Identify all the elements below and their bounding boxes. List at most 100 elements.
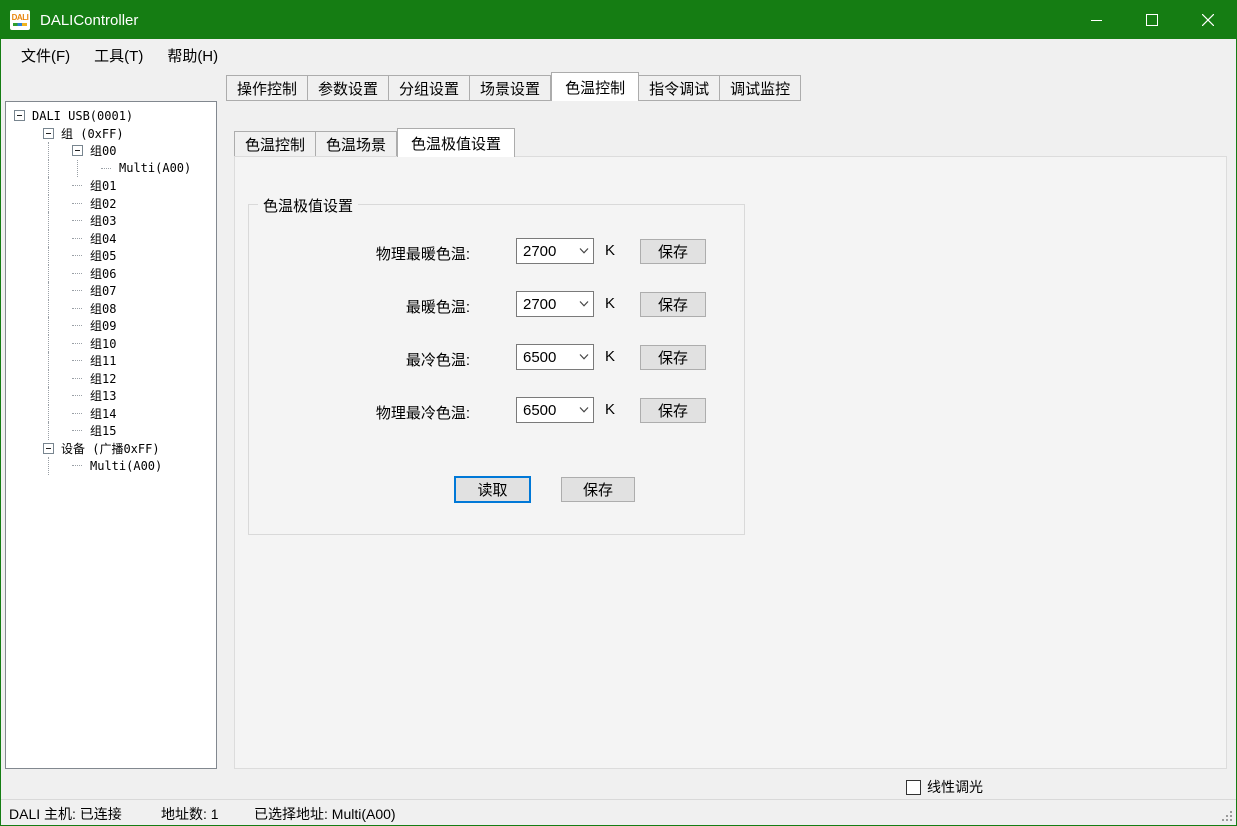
collapse-icon[interactable] bbox=[43, 128, 58, 139]
combo-value: 2700 bbox=[517, 243, 575, 260]
tree-indent bbox=[14, 125, 43, 143]
tree-indent bbox=[43, 230, 72, 248]
tree-indent bbox=[43, 352, 72, 370]
menu-item-2[interactable]: 帮助(H) bbox=[155, 40, 230, 71]
tree-branch-dash-icon bbox=[72, 255, 87, 256]
tree-indent bbox=[14, 230, 43, 248]
close-icon[interactable] bbox=[1180, 1, 1236, 39]
statusbar: DALI 主机: 已连接 地址数: 1 已选择地址: Multi(A00) bbox=[1, 799, 1236, 825]
minimize-icon[interactable] bbox=[1068, 1, 1124, 39]
tree-item[interactable]: 组02 bbox=[6, 195, 216, 213]
unit-label: K bbox=[605, 401, 615, 418]
read-button[interactable]: 读取 bbox=[454, 476, 531, 503]
unit-label: K bbox=[605, 242, 615, 259]
menu-item-1[interactable]: 工具(T) bbox=[82, 40, 155, 71]
window-title: DALIController bbox=[40, 12, 138, 29]
tree-indent bbox=[43, 160, 72, 178]
tree-item[interactable]: 组15 bbox=[6, 422, 216, 440]
main-tab-4[interactable]: 色温控制 bbox=[551, 72, 639, 101]
minus-box bbox=[43, 443, 54, 454]
tree-label: 组12 bbox=[90, 370, 116, 387]
combo-value: 2700 bbox=[517, 296, 575, 313]
main-tab-2[interactable]: 分组设置 bbox=[389, 75, 470, 101]
app-icon-colorbar bbox=[13, 23, 27, 26]
tree-indent bbox=[43, 422, 72, 440]
main-tab-6[interactable]: 调试监控 bbox=[720, 75, 801, 101]
tree-item[interactable]: 组11 bbox=[6, 352, 216, 370]
field-label: 最冷色温: bbox=[249, 349, 470, 370]
row-save-button[interactable]: 保存 bbox=[640, 345, 706, 370]
tree-item[interactable]: 组10 bbox=[6, 335, 216, 353]
temperature-combo[interactable]: 2700 bbox=[516, 291, 594, 317]
app-window: DALI DALIController 文件(F)工具(T)帮助(H) DALI… bbox=[0, 0, 1237, 826]
tree-item[interactable]: 组07 bbox=[6, 282, 216, 300]
tree-item[interactable]: 组01 bbox=[6, 177, 216, 195]
main-tab-0[interactable]: 操作控制 bbox=[226, 75, 308, 101]
status-host: DALI 主机: 已连接 bbox=[9, 804, 122, 824]
subtab-page-extremes: 色温极值设置 读取 保存 物理最暖色温:2700K保存最暖色温:2700K保存最… bbox=[234, 156, 1227, 769]
combo-value: 6500 bbox=[517, 349, 575, 366]
tree-item[interactable]: 组09 bbox=[6, 317, 216, 335]
tree-branch-dash-icon bbox=[72, 273, 87, 274]
field-label: 物理最冷色温: bbox=[249, 402, 470, 423]
sub-tab-0[interactable]: 色温控制 bbox=[234, 131, 316, 157]
row-save-button[interactable]: 保存 bbox=[640, 292, 706, 317]
tree-branch-dash-icon bbox=[72, 220, 87, 221]
tree-branch-dash-icon bbox=[72, 238, 87, 239]
tree-label: 组04 bbox=[90, 230, 116, 247]
tree-indent bbox=[14, 440, 43, 458]
linear-dimming-checkbox[interactable] bbox=[906, 780, 921, 795]
collapse-icon[interactable] bbox=[43, 443, 58, 454]
tree-branch-dash-icon bbox=[72, 343, 87, 344]
minus-box bbox=[43, 128, 54, 139]
menu-item-0[interactable]: 文件(F) bbox=[9, 40, 82, 71]
tree-indent bbox=[14, 282, 43, 300]
tree-indent bbox=[43, 300, 72, 318]
tree-label: Multi(A00) bbox=[119, 161, 191, 175]
tree-item[interactable]: 组12 bbox=[6, 370, 216, 388]
tree-item[interactable]: 组14 bbox=[6, 405, 216, 423]
tree-item[interactable]: 组05 bbox=[6, 247, 216, 265]
tree-indent bbox=[14, 195, 43, 213]
tree-item[interactable]: Multi(A00) bbox=[6, 160, 216, 178]
tree-indent bbox=[43, 247, 72, 265]
tree-item[interactable]: 组03 bbox=[6, 212, 216, 230]
main-tab-1[interactable]: 参数设置 bbox=[308, 75, 389, 101]
tree-indent bbox=[43, 387, 72, 405]
tree-indent bbox=[72, 160, 101, 178]
resize-grip-icon[interactable] bbox=[1220, 809, 1232, 821]
main-tab-3[interactable]: 场景设置 bbox=[470, 75, 551, 101]
tree-item[interactable]: 组06 bbox=[6, 265, 216, 283]
tree-label: Multi(A00) bbox=[90, 459, 162, 473]
collapse-icon[interactable] bbox=[14, 110, 29, 121]
maximize-icon[interactable] bbox=[1124, 1, 1180, 39]
temperature-combo[interactable]: 6500 bbox=[516, 397, 594, 423]
save-all-button[interactable]: 保存 bbox=[561, 477, 635, 502]
row-save-button[interactable]: 保存 bbox=[640, 239, 706, 264]
tree-indent bbox=[14, 300, 43, 318]
temperature-combo[interactable]: 6500 bbox=[516, 344, 594, 370]
collapse-icon[interactable] bbox=[72, 145, 87, 156]
minus-box bbox=[14, 110, 25, 121]
tree-indent bbox=[43, 265, 72, 283]
tree-indent bbox=[14, 422, 43, 440]
tree-label: 组02 bbox=[90, 195, 116, 212]
tree-item[interactable]: Multi(A00) bbox=[6, 457, 216, 475]
chevron-down-icon bbox=[575, 301, 593, 307]
tree-item[interactable]: 组08 bbox=[6, 300, 216, 318]
tree-item[interactable]: DALI USB(0001) bbox=[6, 107, 216, 125]
tree-item[interactable]: 组 (0xFF) bbox=[6, 125, 216, 143]
row-save-button[interactable]: 保存 bbox=[640, 398, 706, 423]
tree-indent bbox=[43, 370, 72, 388]
tree-item[interactable]: 设备 (广播0xFF) bbox=[6, 440, 216, 458]
tree-item[interactable]: 组00 bbox=[6, 142, 216, 160]
tree-indent bbox=[14, 212, 43, 230]
sub-tab-1[interactable]: 色温场景 bbox=[316, 131, 397, 157]
sub-tab-2[interactable]: 色温极值设置 bbox=[397, 128, 515, 157]
tree-label: 组07 bbox=[90, 282, 116, 299]
tree-item[interactable]: 组04 bbox=[6, 230, 216, 248]
main-tab-5[interactable]: 指令调试 bbox=[639, 75, 720, 101]
temperature-combo[interactable]: 2700 bbox=[516, 238, 594, 264]
tree-item[interactable]: 组13 bbox=[6, 387, 216, 405]
minus-box bbox=[72, 145, 83, 156]
